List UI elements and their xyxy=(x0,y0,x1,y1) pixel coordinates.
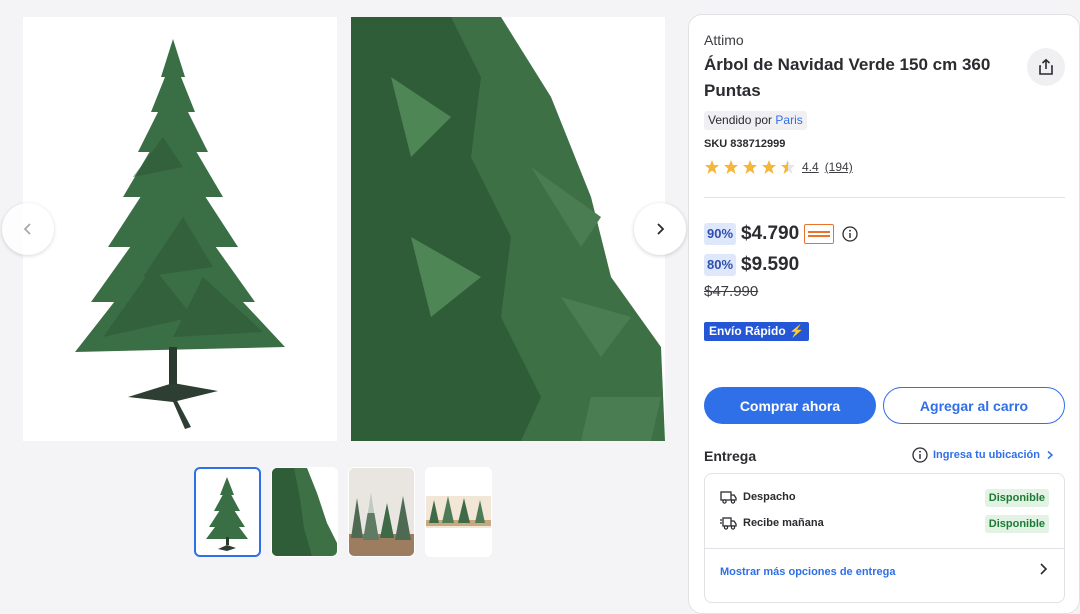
product-gallery xyxy=(0,0,686,596)
rating-row[interactable]: 4.4 (194) xyxy=(704,159,853,175)
share-button[interactable] xyxy=(1027,48,1065,86)
seller-tag: Vendido por Paris xyxy=(704,111,807,130)
card-discount-badge: 90% xyxy=(704,223,737,245)
internet-discount-badge: 80% xyxy=(704,254,737,276)
internet-price-row: 80% $9.590 xyxy=(704,254,799,276)
star-icon xyxy=(705,160,719,174)
thumbnail-1[interactable] xyxy=(194,467,261,557)
seller-name-link[interactable]: Paris xyxy=(775,113,802,127)
star-icon xyxy=(743,160,757,174)
delivery-option-recibe-manana: Recibe mañana xyxy=(720,516,824,530)
rating-value[interactable]: 4.4 xyxy=(802,160,819,174)
share-icon xyxy=(1039,58,1053,75)
delivery-options-box: Despacho Disponible Recibe mañana Dispon… xyxy=(704,473,1065,603)
product-image-branch-detail[interactable] xyxy=(351,17,665,441)
delivery-option-label: Recibe mañana xyxy=(743,517,824,529)
divider xyxy=(704,197,1065,198)
chevron-right-icon xyxy=(657,223,665,235)
truck-icon xyxy=(720,491,737,504)
rating-count[interactable]: (194) xyxy=(825,160,853,174)
original-price: $47.990 xyxy=(704,283,759,300)
thumbnail-3[interactable] xyxy=(348,467,415,557)
internet-price: $9.590 xyxy=(741,254,800,275)
seller-label: Vendido por xyxy=(708,113,773,127)
availability-badge: Disponible xyxy=(984,489,1049,507)
chevron-right-icon xyxy=(1047,450,1054,460)
previous-image-button[interactable] xyxy=(2,203,54,255)
add-to-cart-button[interactable]: Agregar al carro xyxy=(883,387,1065,424)
thumbnail-4[interactable] xyxy=(425,467,492,557)
credit-card-icon xyxy=(804,224,835,244)
availability-badge: Disponible xyxy=(984,515,1049,533)
half-star-icon xyxy=(781,160,795,174)
more-delivery-options-link[interactable]: Mostrar más opciones de entrega xyxy=(720,566,895,578)
delivery-option-despacho: Despacho xyxy=(720,490,796,504)
chevron-left-icon xyxy=(23,223,31,235)
card-price-row: 90% $4.790 xyxy=(704,223,858,245)
thumbnail-2[interactable] xyxy=(271,467,338,557)
fast-truck-icon xyxy=(720,517,737,530)
location-link-label: Ingresa tu ubicación xyxy=(933,449,1040,461)
product-info-panel: Attimo Árbol de Navidad Verde 150 cm 360… xyxy=(688,14,1080,614)
product-image-full-tree[interactable] xyxy=(23,17,337,441)
thumbnail-strip xyxy=(194,467,492,557)
buy-now-button[interactable]: Comprar ahora xyxy=(704,387,876,424)
enter-location-link[interactable]: Ingresa tu ubicación xyxy=(912,447,1055,463)
brand-name[interactable]: Attimo xyxy=(704,32,744,48)
delivery-heading: Entrega xyxy=(704,448,757,464)
info-icon[interactable] xyxy=(842,226,858,242)
card-price: $4.790 xyxy=(741,223,800,244)
star-icon xyxy=(724,160,738,174)
divider xyxy=(705,548,1064,549)
product-title: Árbol de Navidad Verde 150 cm 360 Puntas xyxy=(704,55,991,100)
chevron-right-icon[interactable] xyxy=(1036,562,1050,576)
delivery-option-label: Despacho xyxy=(743,491,796,503)
star-icon xyxy=(762,160,776,174)
info-icon xyxy=(912,447,928,463)
sku-number: SKU 838712999 xyxy=(704,138,786,150)
fast-shipping-badge: Envío Rápido ⚡ xyxy=(704,322,809,341)
next-image-button[interactable] xyxy=(634,203,686,255)
